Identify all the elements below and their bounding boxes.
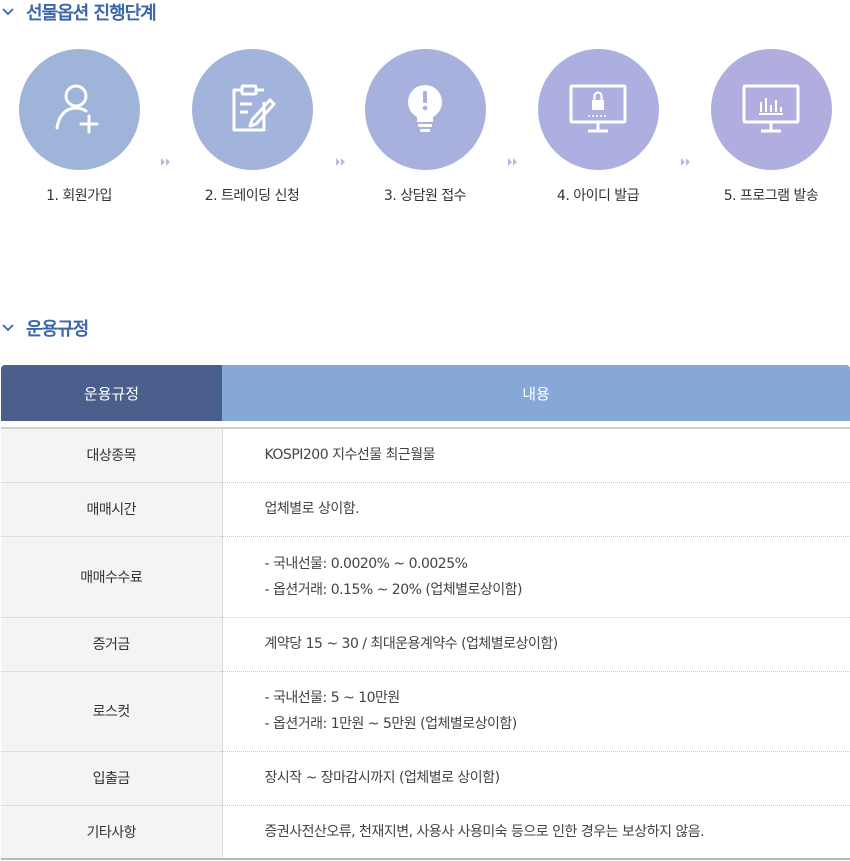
step-circle (537, 49, 659, 170)
step-circle (710, 49, 832, 170)
row-value: 계약당 15 ~ 30 / 최대운용계약수 (업체별로상이함) (222, 617, 850, 672)
row-key: 기타사항 (1, 805, 223, 860)
table-row: 기타사항 증권사전산오류, 천재지변, 사용사 사용미숙 등으로 인한 경우는 … (1, 805, 850, 860)
process-steps: 1. 회원가입 2. 트레이딩 신청 3. 상담원 접수 4. 아이디 발급 5… (0, 49, 850, 209)
row-value: KOSPI200 지수선물 최근월물 (222, 428, 850, 483)
user-add-icon (49, 78, 109, 142)
table-row: 대상종목 KOSPI200 지수선물 최근월물 (1, 428, 850, 483)
table-row: 로스컷 - 국내선물: 5 ~ 10만원 - 옵션거래: 1만원 ~ 5만원 (… (1, 671, 850, 752)
table-row: 매매시간 업체별로 상이함. (1, 482, 850, 537)
step-signup: 1. 회원가입 (9, 49, 149, 205)
lightbulb-alert-icon (395, 78, 455, 142)
monitor-chart-icon (739, 78, 803, 142)
row-value: 장시작 ~ 장마감시까지 (업체별로 상이함) (222, 751, 850, 806)
row-value: - 국내선물: 0.0020% ~ 0.0025% - 옵션거래: 0.15% … (222, 536, 850, 618)
value-line: 업체별로 상이함. (264, 501, 360, 517)
header-content: 내용 (222, 365, 850, 421)
chevron-down-icon (0, 324, 26, 332)
row-key: 증거금 (1, 617, 223, 672)
table-row: 입출금 장시작 ~ 장마감시까지 (업체별로 상이함) (1, 751, 850, 806)
double-chevron-right-icon (335, 151, 347, 170)
step-id-issuance: 4. 아이디 발급 (528, 49, 668, 205)
row-value: - 국내선물: 5 ~ 10만원 - 옵션거래: 1만원 ~ 5만원 (업체별로… (222, 671, 850, 752)
value-line: 계약당 15 ~ 30 / 최대운용계약수 (업체별로상이함) (264, 636, 559, 652)
process-section-title: 선물옵션 진행단계 (0, 0, 157, 24)
step-label: 5. 프로그램 발송 (723, 188, 819, 204)
row-value: 증권사전산오류, 천재지변, 사용사 사용미숙 등으로 인한 경우는 보상하지 … (222, 805, 850, 860)
table-gap-row (1, 421, 850, 429)
step-circle (191, 49, 313, 170)
value-line: 장시작 ~ 장마감시까지 (업체별로 상이함) (264, 770, 501, 786)
double-chevron-right-icon (507, 151, 519, 170)
step-program-delivery: 5. 프로그램 발송 (701, 49, 841, 205)
value-line: - 국내선물: 5 ~ 10만원 (264, 690, 401, 706)
row-key: 대상종목 (1, 428, 223, 483)
value-line: 증권사전산오류, 천재지변, 사용사 사용미숙 등으로 인한 경우는 보상하지 … (264, 823, 705, 840)
step-circle (364, 49, 486, 170)
row-value: 업체별로 상이함. (222, 482, 850, 537)
row-key: 로스컷 (1, 671, 223, 752)
monitor-lock-icon (566, 78, 630, 142)
clipboard-edit-icon (222, 78, 282, 142)
row-key: 매매시간 (1, 482, 223, 537)
step-circle (18, 49, 140, 170)
value-line: - 옵션거래: 0.15% ~ 20% (업체별로상이함) (264, 581, 523, 598)
value-line: - 국내선물: 0.0020% ~ 0.0025% (264, 555, 468, 572)
step-label: 4. 아이디 발급 (556, 188, 640, 204)
value-line: - 옵션거래: 1만원 ~ 5만원 (업체별로상이함) (264, 716, 518, 732)
chevron-down-icon (0, 8, 26, 16)
table-row: 매매수수료 - 국내선물: 0.0020% ~ 0.0025% - 옵션거래: … (1, 536, 850, 618)
header-rule: 운용규정 (1, 365, 222, 421)
row-key: 매매수수료 (1, 536, 223, 618)
table-header-row: 운용규정 내용 (1, 365, 850, 421)
step-label: 3. 상담원 접수 (383, 188, 467, 204)
double-chevron-right-icon (160, 151, 172, 170)
row-key: 입출금 (1, 751, 223, 806)
step-label: 1. 회원가입 (46, 188, 112, 204)
step-consultant-intake: 3. 상담원 접수 (355, 49, 495, 205)
rules-section-title: 운용규정 (0, 316, 89, 340)
rules-table: 운용규정 내용 대상종목 KOSPI200 지수선물 최근월물 매매시간 업체별… (1, 365, 850, 860)
step-label: 2. 트레이딩 신청 (204, 188, 300, 204)
table-row: 증거금 계약당 15 ~ 30 / 최대운용계약수 (업체별로상이함) (1, 617, 850, 672)
step-trading-request: 2. 트레이딩 신청 (182, 49, 322, 205)
process-title-text: 선물옵션 진행단계 (26, 3, 157, 24)
rules-title-text: 운용규정 (26, 319, 89, 340)
value-line: KOSPI200 지수선물 최근월물 (264, 447, 436, 464)
double-chevron-right-icon (680, 151, 692, 170)
